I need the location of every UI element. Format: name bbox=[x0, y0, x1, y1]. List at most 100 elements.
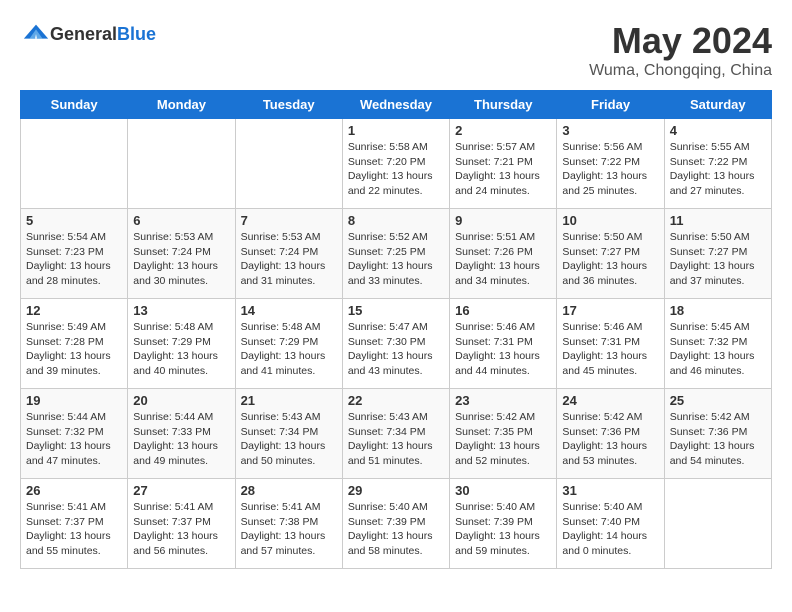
header-thursday: Thursday bbox=[450, 91, 557, 119]
day-number: 27 bbox=[133, 483, 229, 498]
day-info: Sunrise: 5:42 AMSunset: 7:35 PMDaylight:… bbox=[455, 410, 551, 469]
day-info: Sunrise: 5:41 AMSunset: 7:37 PMDaylight:… bbox=[26, 500, 122, 559]
calendar-cell: 26 Sunrise: 5:41 AMSunset: 7:37 PMDaylig… bbox=[21, 479, 128, 569]
calendar-cell: 14 Sunrise: 5:48 AMSunset: 7:29 PMDaylig… bbox=[235, 299, 342, 389]
day-info: Sunrise: 5:43 AMSunset: 7:34 PMDaylight:… bbox=[348, 410, 444, 469]
logo: GeneralBlue bbox=[20, 20, 156, 48]
day-info: Sunrise: 5:58 AMSunset: 7:20 PMDaylight:… bbox=[348, 140, 444, 199]
calendar-cell: 4 Sunrise: 5:55 AMSunset: 7:22 PMDayligh… bbox=[664, 119, 771, 209]
location-title: Wuma, Chongqing, China bbox=[589, 62, 772, 80]
day-number: 11 bbox=[670, 213, 766, 228]
day-info: Sunrise: 5:54 AMSunset: 7:23 PMDaylight:… bbox=[26, 230, 122, 289]
day-number: 26 bbox=[26, 483, 122, 498]
calendar-cell: 12 Sunrise: 5:49 AMSunset: 7:28 PMDaylig… bbox=[21, 299, 128, 389]
days-header-row: Sunday Monday Tuesday Wednesday Thursday… bbox=[21, 91, 772, 119]
calendar-cell: 10 Sunrise: 5:50 AMSunset: 7:27 PMDaylig… bbox=[557, 209, 664, 299]
header-monday: Monday bbox=[128, 91, 235, 119]
calendar-cell: 7 Sunrise: 5:53 AMSunset: 7:24 PMDayligh… bbox=[235, 209, 342, 299]
title-section: May 2024 Wuma, Chongqing, China bbox=[589, 20, 772, 80]
day-info: Sunrise: 5:45 AMSunset: 7:32 PMDaylight:… bbox=[670, 320, 766, 379]
day-info: Sunrise: 5:47 AMSunset: 7:30 PMDaylight:… bbox=[348, 320, 444, 379]
calendar-cell: 22 Sunrise: 5:43 AMSunset: 7:34 PMDaylig… bbox=[342, 389, 449, 479]
calendar-cell: 28 Sunrise: 5:41 AMSunset: 7:38 PMDaylig… bbox=[235, 479, 342, 569]
day-number: 21 bbox=[241, 393, 337, 408]
day-info: Sunrise: 5:41 AMSunset: 7:38 PMDaylight:… bbox=[241, 500, 337, 559]
day-number: 19 bbox=[26, 393, 122, 408]
day-info: Sunrise: 5:40 AMSunset: 7:40 PMDaylight:… bbox=[562, 500, 658, 559]
day-number: 5 bbox=[26, 213, 122, 228]
day-info: Sunrise: 5:51 AMSunset: 7:26 PMDaylight:… bbox=[455, 230, 551, 289]
calendar-table: Sunday Monday Tuesday Wednesday Thursday… bbox=[20, 90, 772, 569]
day-number: 12 bbox=[26, 303, 122, 318]
day-info: Sunrise: 5:57 AMSunset: 7:21 PMDaylight:… bbox=[455, 140, 551, 199]
day-number: 8 bbox=[348, 213, 444, 228]
day-number: 9 bbox=[455, 213, 551, 228]
calendar-cell: 6 Sunrise: 5:53 AMSunset: 7:24 PMDayligh… bbox=[128, 209, 235, 299]
day-info: Sunrise: 5:53 AMSunset: 7:24 PMDaylight:… bbox=[133, 230, 229, 289]
day-number: 30 bbox=[455, 483, 551, 498]
day-info: Sunrise: 5:50 AMSunset: 7:27 PMDaylight:… bbox=[562, 230, 658, 289]
day-number: 17 bbox=[562, 303, 658, 318]
day-info: Sunrise: 5:40 AMSunset: 7:39 PMDaylight:… bbox=[348, 500, 444, 559]
day-number: 6 bbox=[133, 213, 229, 228]
day-info: Sunrise: 5:44 AMSunset: 7:32 PMDaylight:… bbox=[26, 410, 122, 469]
day-info: Sunrise: 5:56 AMSunset: 7:22 PMDaylight:… bbox=[562, 140, 658, 199]
calendar-cell: 13 Sunrise: 5:48 AMSunset: 7:29 PMDaylig… bbox=[128, 299, 235, 389]
day-info: Sunrise: 5:53 AMSunset: 7:24 PMDaylight:… bbox=[241, 230, 337, 289]
header-saturday: Saturday bbox=[664, 91, 771, 119]
day-number: 3 bbox=[562, 123, 658, 138]
calendar-cell: 20 Sunrise: 5:44 AMSunset: 7:33 PMDaylig… bbox=[128, 389, 235, 479]
calendar-cell: 11 Sunrise: 5:50 AMSunset: 7:27 PMDaylig… bbox=[664, 209, 771, 299]
header-tuesday: Tuesday bbox=[235, 91, 342, 119]
day-info: Sunrise: 5:44 AMSunset: 7:33 PMDaylight:… bbox=[133, 410, 229, 469]
calendar-cell: 16 Sunrise: 5:46 AMSunset: 7:31 PMDaylig… bbox=[450, 299, 557, 389]
day-info: Sunrise: 5:48 AMSunset: 7:29 PMDaylight:… bbox=[133, 320, 229, 379]
calendar-cell: 27 Sunrise: 5:41 AMSunset: 7:37 PMDaylig… bbox=[128, 479, 235, 569]
day-info: Sunrise: 5:43 AMSunset: 7:34 PMDaylight:… bbox=[241, 410, 337, 469]
day-info: Sunrise: 5:50 AMSunset: 7:27 PMDaylight:… bbox=[670, 230, 766, 289]
calendar-cell: 18 Sunrise: 5:45 AMSunset: 7:32 PMDaylig… bbox=[664, 299, 771, 389]
logo-blue: Blue bbox=[117, 24, 156, 44]
calendar-cell bbox=[128, 119, 235, 209]
week-row-5: 26 Sunrise: 5:41 AMSunset: 7:37 PMDaylig… bbox=[21, 479, 772, 569]
day-number: 2 bbox=[455, 123, 551, 138]
day-number: 18 bbox=[670, 303, 766, 318]
calendar-cell: 24 Sunrise: 5:42 AMSunset: 7:36 PMDaylig… bbox=[557, 389, 664, 479]
week-row-2: 5 Sunrise: 5:54 AMSunset: 7:23 PMDayligh… bbox=[21, 209, 772, 299]
calendar-cell bbox=[21, 119, 128, 209]
calendar-cell: 19 Sunrise: 5:44 AMSunset: 7:32 PMDaylig… bbox=[21, 389, 128, 479]
week-row-3: 12 Sunrise: 5:49 AMSunset: 7:28 PMDaylig… bbox=[21, 299, 772, 389]
day-number: 1 bbox=[348, 123, 444, 138]
calendar-cell: 31 Sunrise: 5:40 AMSunset: 7:40 PMDaylig… bbox=[557, 479, 664, 569]
logo-general: General bbox=[50, 24, 117, 44]
day-number: 28 bbox=[241, 483, 337, 498]
day-number: 20 bbox=[133, 393, 229, 408]
calendar-cell bbox=[235, 119, 342, 209]
day-info: Sunrise: 5:42 AMSunset: 7:36 PMDaylight:… bbox=[562, 410, 658, 469]
calendar-cell: 15 Sunrise: 5:47 AMSunset: 7:30 PMDaylig… bbox=[342, 299, 449, 389]
day-number: 29 bbox=[348, 483, 444, 498]
calendar-cell: 5 Sunrise: 5:54 AMSunset: 7:23 PMDayligh… bbox=[21, 209, 128, 299]
day-info: Sunrise: 5:41 AMSunset: 7:37 PMDaylight:… bbox=[133, 500, 229, 559]
day-number: 10 bbox=[562, 213, 658, 228]
day-number: 31 bbox=[562, 483, 658, 498]
header-sunday: Sunday bbox=[21, 91, 128, 119]
calendar-cell: 8 Sunrise: 5:52 AMSunset: 7:25 PMDayligh… bbox=[342, 209, 449, 299]
calendar-cell: 17 Sunrise: 5:46 AMSunset: 7:31 PMDaylig… bbox=[557, 299, 664, 389]
calendar-cell: 3 Sunrise: 5:56 AMSunset: 7:22 PMDayligh… bbox=[557, 119, 664, 209]
day-info: Sunrise: 5:48 AMSunset: 7:29 PMDaylight:… bbox=[241, 320, 337, 379]
calendar-cell: 23 Sunrise: 5:42 AMSunset: 7:35 PMDaylig… bbox=[450, 389, 557, 479]
day-info: Sunrise: 5:40 AMSunset: 7:39 PMDaylight:… bbox=[455, 500, 551, 559]
calendar-cell: 1 Sunrise: 5:58 AMSunset: 7:20 PMDayligh… bbox=[342, 119, 449, 209]
calendar-cell: 25 Sunrise: 5:42 AMSunset: 7:36 PMDaylig… bbox=[664, 389, 771, 479]
calendar-cell: 30 Sunrise: 5:40 AMSunset: 7:39 PMDaylig… bbox=[450, 479, 557, 569]
day-number: 23 bbox=[455, 393, 551, 408]
month-title: May 2024 bbox=[589, 20, 772, 62]
day-number: 14 bbox=[241, 303, 337, 318]
header-wednesday: Wednesday bbox=[342, 91, 449, 119]
calendar-cell bbox=[664, 479, 771, 569]
day-info: Sunrise: 5:49 AMSunset: 7:28 PMDaylight:… bbox=[26, 320, 122, 379]
day-info: Sunrise: 5:42 AMSunset: 7:36 PMDaylight:… bbox=[670, 410, 766, 469]
day-info: Sunrise: 5:46 AMSunset: 7:31 PMDaylight:… bbox=[455, 320, 551, 379]
calendar-cell: 21 Sunrise: 5:43 AMSunset: 7:34 PMDaylig… bbox=[235, 389, 342, 479]
